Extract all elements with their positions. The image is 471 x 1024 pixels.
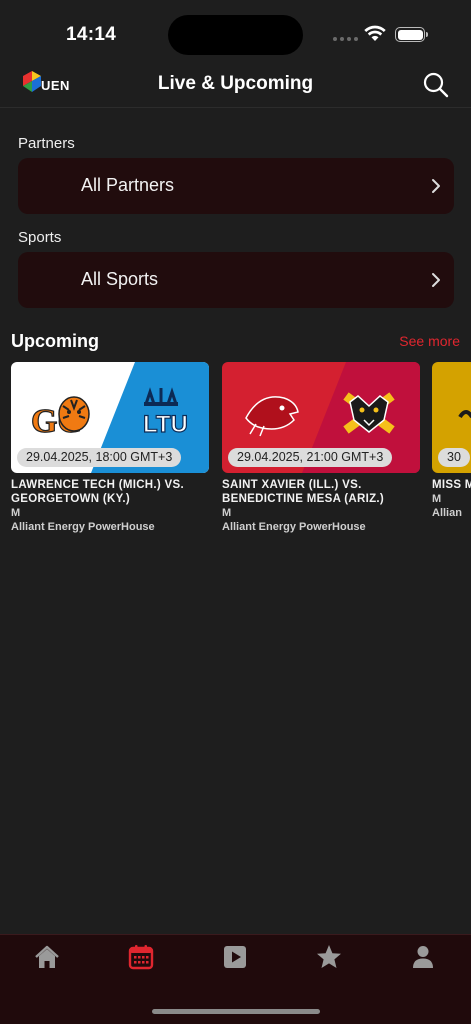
event-title: LAWRENCE TECH (MICH.) VS. GEORGETOWN (KY… xyxy=(11,479,184,505)
event-thumbnail: 29.04.2025, 21:00 GMT+3 xyxy=(222,362,420,473)
event-date-badge: 29.04.2025, 21:00 GMT+3 xyxy=(228,448,393,467)
event-gender: M xyxy=(222,507,232,519)
event-date-badge: 30 xyxy=(438,448,470,467)
dynamic-island xyxy=(168,15,303,55)
event-venue: Alliant Energy PowerHouse xyxy=(222,521,366,533)
see-more-link[interactable]: See more xyxy=(399,333,460,349)
event-date-badge: 29.04.2025, 18:00 GMT+3 xyxy=(17,448,182,467)
event-venue: Alliant Energy PowerHouse xyxy=(11,521,155,533)
event-card[interactable]: GC LTU 29.04.2025, 18:00 GMT+3 LAWRENCE … xyxy=(11,362,209,534)
partners-label: Partners xyxy=(18,135,75,152)
chevron-right-icon xyxy=(432,179,440,193)
tab-schedule[interactable] xyxy=(123,941,159,973)
event-thumbnail: GC LTU 29.04.2025, 18:00 GMT+3 xyxy=(11,362,209,473)
sports-label: Sports xyxy=(18,229,62,246)
status-time: 14:14 xyxy=(66,24,117,45)
upcoming-heading: Upcoming xyxy=(11,331,99,351)
battery-icon xyxy=(395,27,428,42)
tab-videos[interactable] xyxy=(217,941,253,973)
event-thumbnail: 30 xyxy=(432,362,471,473)
star-icon xyxy=(317,945,341,968)
cellular-signal-icon xyxy=(333,37,358,41)
top-navigation-bar: UEN Live & Upcoming xyxy=(0,62,471,108)
event-gender: M xyxy=(11,507,21,519)
partners-value: All Partners xyxy=(81,175,175,195)
status-bar: 14:14 xyxy=(0,0,471,62)
sports-value: All Sports xyxy=(81,269,159,289)
event-card[interactable]: 30 MISS MERC M Allian xyxy=(432,362,471,520)
upcoming-carousel[interactable]: GC LTU 29.04.2025, 18:00 GMT+3 LAWRENCE … xyxy=(0,362,471,542)
tab-home[interactable] xyxy=(29,941,65,973)
tab-profile[interactable] xyxy=(405,941,441,973)
home-icon xyxy=(35,945,59,968)
tab-favorites[interactable] xyxy=(311,941,347,973)
search-icon xyxy=(423,72,449,98)
event-title: MISS MERC xyxy=(432,478,471,492)
partners-selector[interactable]: All Partners xyxy=(18,158,454,214)
event-title: SAINT XAVIER (ILL.) VS. BENEDICTINE MESA… xyxy=(222,479,385,505)
profile-icon xyxy=(413,946,433,968)
event-gender: M xyxy=(432,493,442,505)
event-title-text: MISS MERC xyxy=(432,479,471,491)
play-icon xyxy=(224,946,246,968)
sports-selector[interactable]: All Sports xyxy=(18,252,454,308)
svg-text:LTU: LTU xyxy=(143,411,188,438)
home-indicator xyxy=(152,1009,320,1014)
calendar-icon xyxy=(128,945,154,970)
event-venue: Allian xyxy=(432,507,462,519)
page-title: Live & Upcoming xyxy=(157,73,314,94)
wifi-icon xyxy=(364,25,386,41)
chevron-right-icon xyxy=(432,273,440,287)
search-button[interactable] xyxy=(422,71,450,99)
event-card[interactable]: 29.04.2025, 21:00 GMT+3 SAINT XAVIER (IL… xyxy=(222,362,420,534)
